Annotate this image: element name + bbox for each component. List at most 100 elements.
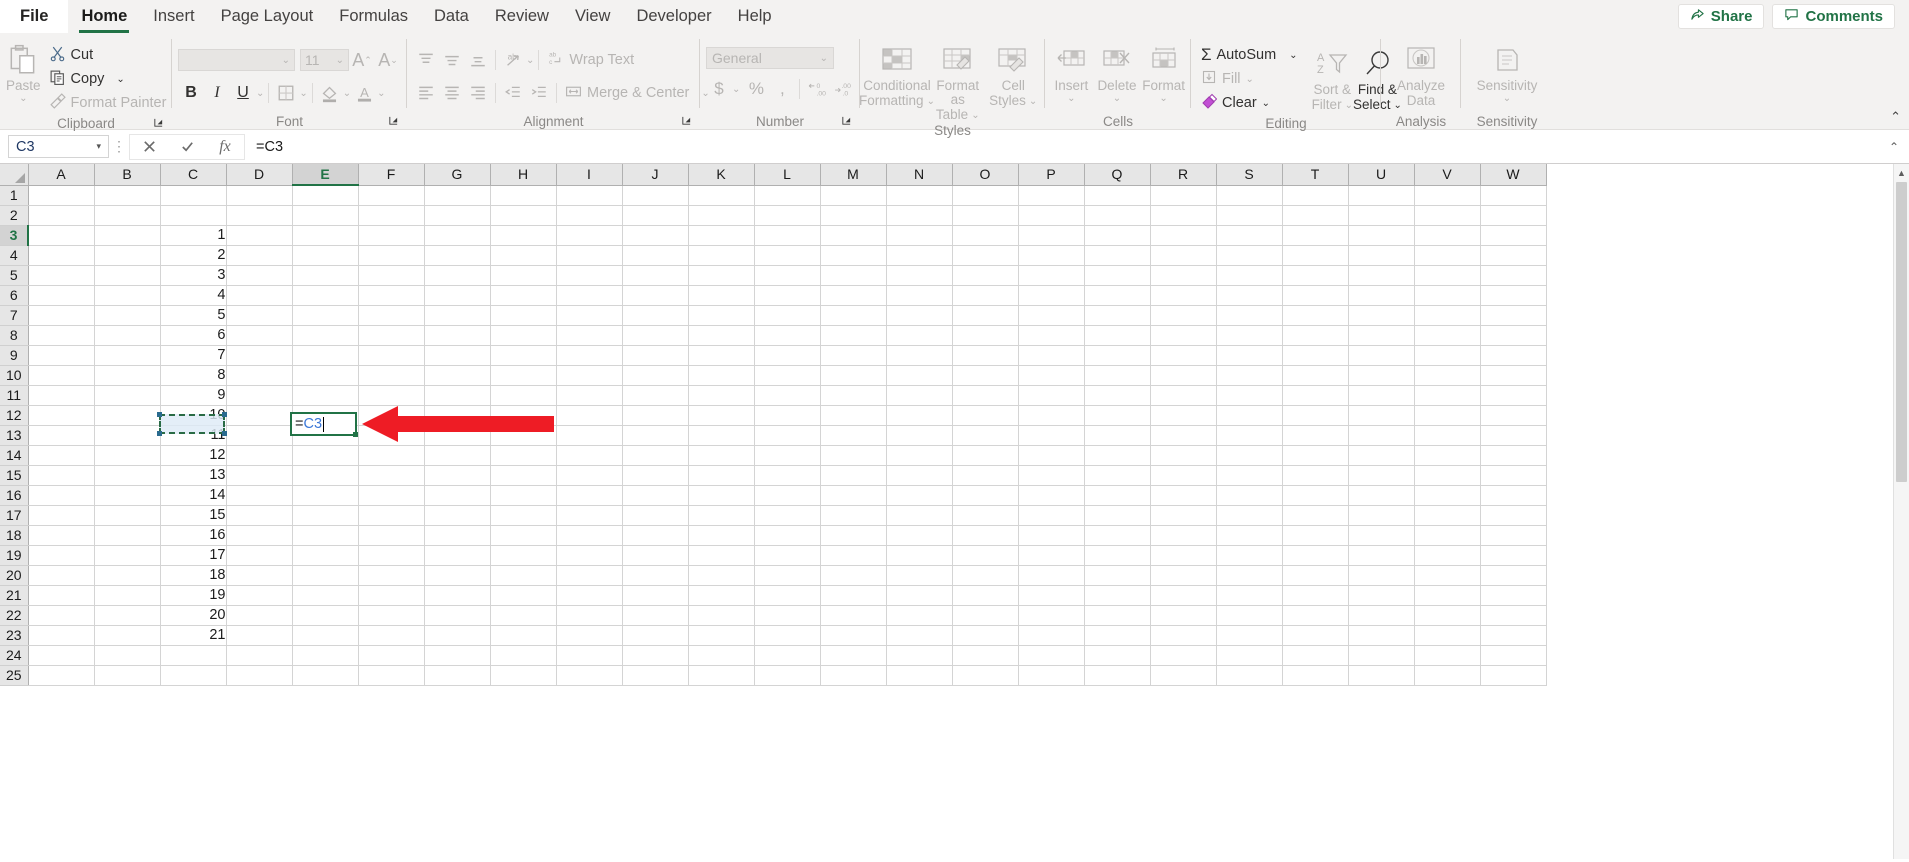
- cell-W12[interactable]: [1480, 405, 1547, 426]
- cell-R15[interactable]: [1150, 465, 1217, 486]
- tab-help[interactable]: Help: [725, 0, 785, 33]
- row-header-25[interactable]: 25: [0, 665, 29, 686]
- delete-cells-button[interactable]: Delete ⌄: [1096, 39, 1139, 104]
- cell-H13[interactable]: [490, 425, 557, 446]
- cell-V8[interactable]: [1414, 325, 1481, 346]
- cell-E2[interactable]: [292, 205, 359, 226]
- cell-J19[interactable]: [622, 545, 689, 566]
- cell-W25[interactable]: [1480, 665, 1547, 686]
- cell-K19[interactable]: [688, 545, 755, 566]
- cell-S7[interactable]: [1216, 305, 1283, 326]
- cell-A14[interactable]: [28, 445, 95, 466]
- cell-M13[interactable]: [820, 425, 887, 446]
- cell-A12[interactable]: [28, 405, 95, 426]
- cell-Q11[interactable]: [1084, 385, 1151, 406]
- cell-S15[interactable]: [1216, 465, 1283, 486]
- comments-button[interactable]: Comments: [1772, 4, 1895, 29]
- autosum-button[interactable]: Σ AutoSum ⌄: [1197, 43, 1302, 67]
- cell-O18[interactable]: [952, 525, 1019, 546]
- cell-B20[interactable]: [94, 565, 161, 586]
- cell-T23[interactable]: [1282, 625, 1349, 646]
- cell-B7[interactable]: [94, 305, 161, 326]
- cell-N8[interactable]: [886, 325, 953, 346]
- row-header-6[interactable]: 6: [0, 285, 29, 306]
- cell-N3[interactable]: [886, 225, 953, 246]
- cell-N20[interactable]: [886, 565, 953, 586]
- cell-A15[interactable]: [28, 465, 95, 486]
- cell-R9[interactable]: [1150, 345, 1217, 366]
- cell-Q6[interactable]: [1084, 285, 1151, 306]
- cell-E17[interactable]: [292, 505, 359, 526]
- cell-O22[interactable]: [952, 605, 1019, 626]
- cell-P7[interactable]: [1018, 305, 1085, 326]
- cell-F25[interactable]: [358, 665, 425, 686]
- cell-A16[interactable]: [28, 485, 95, 506]
- cell-Q2[interactable]: [1084, 205, 1151, 226]
- align-left-button[interactable]: [413, 80, 439, 106]
- cell-J22[interactable]: [622, 605, 689, 626]
- cell-D18[interactable]: [226, 525, 293, 546]
- cell-Q10[interactable]: [1084, 365, 1151, 386]
- cell-V12[interactable]: [1414, 405, 1481, 426]
- cell-M25[interactable]: [820, 665, 887, 686]
- cell-M20[interactable]: [820, 565, 887, 586]
- chevron-down-icon[interactable]: ⌄: [256, 88, 264, 99]
- row-header-19[interactable]: 19: [0, 545, 29, 566]
- cell-S9[interactable]: [1216, 345, 1283, 366]
- cell-S8[interactable]: [1216, 325, 1283, 346]
- cell-N21[interactable]: [886, 585, 953, 606]
- cell-I4[interactable]: [556, 245, 623, 266]
- row-header-7[interactable]: 7: [0, 305, 29, 326]
- column-header-v[interactable]: V: [1414, 164, 1481, 186]
- cell-G24[interactable]: [424, 645, 491, 666]
- cell-G16[interactable]: [424, 485, 491, 506]
- cell-V19[interactable]: [1414, 545, 1481, 566]
- cell-R8[interactable]: [1150, 325, 1217, 346]
- cell-C16[interactable]: 14: [160, 485, 227, 506]
- cell-G3[interactable]: [424, 225, 491, 246]
- cell-Q25[interactable]: [1084, 665, 1151, 686]
- cell-B4[interactable]: [94, 245, 161, 266]
- chevron-down-icon[interactable]: ⌄: [377, 88, 385, 99]
- cell-D5[interactable]: [226, 265, 293, 286]
- cell-A7[interactable]: [28, 305, 95, 326]
- cell-L15[interactable]: [754, 465, 821, 486]
- cell-W21[interactable]: [1480, 585, 1547, 606]
- cell-O9[interactable]: [952, 345, 1019, 366]
- cell-J11[interactable]: [622, 385, 689, 406]
- row-header-4[interactable]: 4: [0, 245, 29, 266]
- cell-H18[interactable]: [490, 525, 557, 546]
- cell-H8[interactable]: [490, 325, 557, 346]
- cell-F21[interactable]: [358, 585, 425, 606]
- column-header-m[interactable]: M: [820, 164, 887, 186]
- cell-V22[interactable]: [1414, 605, 1481, 626]
- cell-R22[interactable]: [1150, 605, 1217, 626]
- orientation-button[interactable]: ab: [500, 47, 526, 73]
- cell-R23[interactable]: [1150, 625, 1217, 646]
- cell-M2[interactable]: [820, 205, 887, 226]
- shrink-font-button[interactable]: A ⌄: [375, 47, 401, 73]
- cell-H17[interactable]: [490, 505, 557, 526]
- cell-S6[interactable]: [1216, 285, 1283, 306]
- cell-K12[interactable]: [688, 405, 755, 426]
- cell-B24[interactable]: [94, 645, 161, 666]
- cell-K20[interactable]: [688, 565, 755, 586]
- cell-W8[interactable]: [1480, 325, 1547, 346]
- cell-R13[interactable]: [1150, 425, 1217, 446]
- cell-U14[interactable]: [1348, 445, 1415, 466]
- row-header-21[interactable]: 21: [0, 585, 29, 606]
- cell-B6[interactable]: [94, 285, 161, 306]
- cell-F14[interactable]: [358, 445, 425, 466]
- cell-T6[interactable]: [1282, 285, 1349, 306]
- cell-K8[interactable]: [688, 325, 755, 346]
- spreadsheet-grid[interactable]: ABCDEFGHIJKLMNOPQRSTUVW 1231425364758697…: [0, 164, 1909, 859]
- cell-B13[interactable]: [94, 425, 161, 446]
- cell-U6[interactable]: [1348, 285, 1415, 306]
- cell-R24[interactable]: [1150, 645, 1217, 666]
- cell-A10[interactable]: [28, 365, 95, 386]
- chevron-down-icon[interactable]: ⌄: [116, 74, 124, 85]
- cell-P9[interactable]: [1018, 345, 1085, 366]
- cell-G22[interactable]: [424, 605, 491, 626]
- cell-G15[interactable]: [424, 465, 491, 486]
- cell-C14[interactable]: 12: [160, 445, 227, 466]
